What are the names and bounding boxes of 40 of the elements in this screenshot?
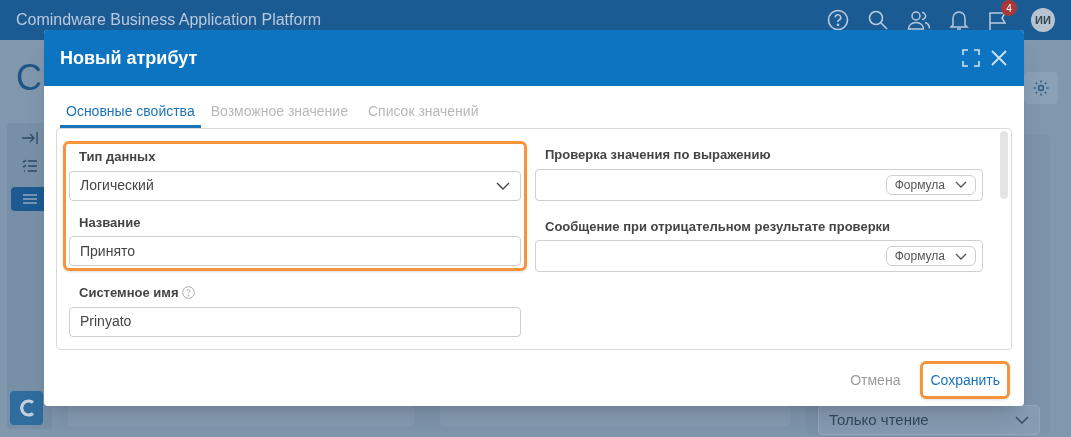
help-icon[interactable] — [827, 9, 849, 31]
help-icon[interactable] — [182, 286, 196, 300]
app-title: Comindware Business Application Platform — [16, 10, 322, 30]
input-field[interactable]: Принято — [69, 236, 521, 266]
chevron-icon — [955, 181, 967, 188]
chevron-icon — [1015, 416, 1029, 424]
close-icon[interactable] — [990, 49, 1008, 67]
chevron-icon — [955, 252, 967, 260]
input-field[interactable]: Формула — [535, 168, 983, 201]
tab[interactable]: Основные свойства — [60, 98, 201, 128]
search-icon[interactable] — [867, 9, 889, 31]
checklist-icon[interactable] — [21, 159, 38, 173]
settings-icon[interactable] — [1032, 79, 1050, 97]
people-icon[interactable] — [907, 9, 931, 31]
chevron-icon — [496, 181, 510, 190]
collapse-icon[interactable] — [20, 131, 39, 145]
select-value: Только чтение — [829, 409, 929, 430]
formula-dropdown[interactable]: Формула — [885, 174, 976, 195]
field-label: Сообщение при отрицательном результате проверки — [545, 217, 891, 236]
input-field[interactable]: Prinyato — [69, 306, 521, 337]
field-label: Проверка значения по выражению — [545, 146, 771, 164]
formula-dropdown[interactable]: Формула — [885, 246, 976, 266]
menu-icon — [21, 194, 38, 204]
notification-badge: 4 — [1001, 0, 1017, 16]
app-logo[interactable] — [10, 391, 43, 425]
field-label: Системное имя — [79, 284, 179, 302]
field-label: Тип данных — [79, 148, 156, 166]
settings-button[interactable] — [1024, 72, 1058, 104]
select-value: Логический — [80, 176, 154, 195]
input-field[interactable]: Формула — [535, 240, 983, 272]
save-button[interactable]: Сохранить — [920, 361, 1010, 399]
expand-icon[interactable] — [962, 49, 980, 67]
bell-icon[interactable] — [949, 9, 969, 31]
dialog-title: Новый атрибут — [60, 46, 198, 70]
scrollbar-thumb[interactable] — [1000, 131, 1008, 199]
user-avatar[interactable]: ИИ — [1031, 8, 1055, 32]
flag-icon[interactable] — [987, 10, 1009, 32]
select-field[interactable]: Логический — [69, 170, 521, 201]
page-title: C — [16, 60, 42, 96]
field-label: Название — [79, 213, 141, 232]
